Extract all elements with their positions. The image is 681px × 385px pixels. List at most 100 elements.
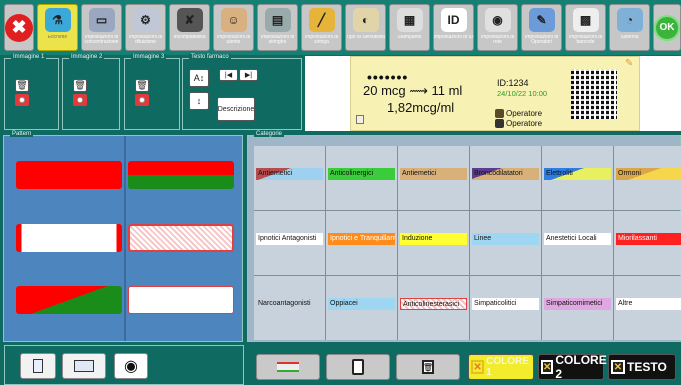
toolbar-button-label: Sistema <box>620 35 639 40</box>
line-spacing-button[interactable]: ↕ <box>189 92 209 110</box>
toolbar-button-7[interactable]: ╱ Impostazioni di siringa <box>301 4 342 51</box>
category-panel-title: Categorie <box>254 131 285 137</box>
toolbar-button-14[interactable]: ◔ Sistema <box>609 4 650 51</box>
camera-icon[interactable] <box>135 94 149 106</box>
drug-text-title: Testo farmaco <box>189 54 231 60</box>
category-cell[interactable]: Antiemetici <box>254 146 325 210</box>
category-cell[interactable]: Ipnotici e Tranquillanti <box>326 211 397 275</box>
category-label: Ipnotici e Tranquillanti <box>328 233 395 245</box>
toolbar-button-icon: ID <box>440 8 467 32</box>
pattern-swatch-bordered[interactable] <box>16 224 122 252</box>
category-cell[interactable]: Broncodilatatori <box>470 146 541 210</box>
toolbar-button-6[interactable]: ▤ Impostazioni di siringhe <box>257 4 298 51</box>
printer-button[interactable] <box>62 353 106 379</box>
category-cell[interactable]: Altre <box>614 276 681 340</box>
category-label: Simpaticolitici <box>472 298 539 310</box>
category-cell[interactable]: Anticolinesterasici <box>398 276 469 340</box>
toolbar-button-icon: ◐ <box>352 8 379 32</box>
close-icon: ✖ <box>5 13 33 42</box>
color-2-x-icon: ✕ <box>541 360 554 374</box>
image-group-3: Immagine 3 🗑 <box>124 54 180 130</box>
label-date: 24/10/22 10:00 <box>497 89 548 98</box>
toolbar-button-label: Impostazioni di siringa <box>304 35 339 45</box>
toolbar-button-icon: ☺ <box>220 8 247 32</box>
category-panel: Categorie Antiemetici Anticolinergici Anti… <box>247 131 681 342</box>
toolbar-button-10[interactable]: ID Impostazioni di ID <box>433 4 474 51</box>
align-right-button[interactable]: ▶| <box>239 69 258 81</box>
description-button[interactable]: Descrizione <box>217 97 255 121</box>
font-size-button[interactable]: A↕ <box>189 69 209 87</box>
camera-icon[interactable] <box>15 94 29 106</box>
color-2-button[interactable]: ✕ COLORE 2 <box>538 353 607 381</box>
toolbar-button-icon: ✘ <box>176 8 203 32</box>
category-cell[interactable]: Linee <box>470 211 541 275</box>
toolbar-button-2[interactable]: ▭ Impostazioni di concentrazione <box>81 4 122 51</box>
category-label: Miorilassanti <box>616 233 681 245</box>
category-cell[interactable]: Elettroliti <box>542 146 613 210</box>
category-cell[interactable]: Simpaticomimetici <box>542 276 613 340</box>
category-cell[interactable]: Ipnotici Antagonisti <box>254 211 325 275</box>
color-1-button[interactable]: ✕ COLORE 1 <box>468 354 534 380</box>
toolbar-button-11[interactable]: ◉ Impostazioni di rete <box>477 4 518 51</box>
trash-icon[interactable]: 🗑 <box>73 79 87 92</box>
category-cell[interactable]: Anestetici Locali <box>542 211 613 275</box>
image-group-1: Immagine 1 🗑 <box>4 54 59 130</box>
toolbar-button-1[interactable]: ⚗ Etichette <box>37 4 78 51</box>
category-cell[interactable]: Induzione <box>398 211 469 275</box>
label-preview[interactable]: ••••••• 20 mcg ⟿ 11 ml 1,82mcg/ml ID:123… <box>350 56 640 131</box>
label-id: ID:1234 <box>497 78 529 88</box>
category-cell[interactable]: Ormoni <box>614 146 681 210</box>
delete-button[interactable]: 🗑 <box>396 354 460 380</box>
category-cell[interactable]: Simpaticolitici <box>470 276 541 340</box>
pattern-swatch-diagonal[interactable] <box>16 286 122 314</box>
ok-button[interactable]: OK <box>653 4 681 51</box>
category-cell[interactable]: Anticolinergici <box>326 146 397 210</box>
align-left-button[interactable]: |◀ <box>219 69 238 81</box>
syringe-button[interactable] <box>20 353 56 379</box>
toolbar-button-icon: ⚙ <box>132 8 159 32</box>
camera-icon[interactable] <box>73 94 87 106</box>
pattern-swatch-hatched[interactable] <box>128 224 234 252</box>
category-cell[interactable]: Narcoantagonisti <box>254 276 325 340</box>
text-button[interactable]: ✕ TESTO <box>608 354 676 380</box>
toolbar-button-4[interactable]: ✘ Incompatibilità <box>169 4 210 51</box>
label-operator-1: Operatore <box>506 109 543 118</box>
image-group-2: Immagine 2 🗑 <box>62 54 120 130</box>
toolbar-button-13[interactable]: ▩ Impostazioni di barcode <box>565 4 606 51</box>
toolbar-button-12[interactable]: ✎ Impostazioni di Operatori <box>521 4 562 51</box>
toolbar-button-8[interactable]: ◐ Tipo di Sensibilità <box>345 4 386 51</box>
label-concentration: 1,82mcg/ml <box>387 100 455 115</box>
trash-icon[interactable]: 🗑 <box>135 79 149 92</box>
category-label: Ipnotici Antagonisti <box>256 233 323 245</box>
toolbar-button-label: Impostazioni di utente <box>216 35 251 45</box>
trash-icon[interactable]: 🗑 <box>15 79 29 92</box>
category-label: Antiemetici <box>256 168 323 180</box>
pattern-swatch-outline[interactable] <box>128 286 234 314</box>
category-label: Oppiacei <box>328 298 395 310</box>
pattern-swatch-split[interactable] <box>128 161 234 189</box>
copy-button[interactable] <box>326 354 390 380</box>
toolbar-button-9[interactable]: ▦ Stampante <box>389 4 430 51</box>
category-label: Antiemetici <box>400 168 467 180</box>
preview-button[interactable]: ◉ <box>114 353 148 379</box>
category-cell[interactable]: Oppiacei <box>326 276 397 340</box>
move-to-back-button[interactable] <box>256 354 320 380</box>
close-button[interactable]: ✖ <box>4 4 34 51</box>
category-label: Ormoni <box>616 168 681 180</box>
category-cell[interactable]: Miorilassanti <box>614 211 681 275</box>
edit-icon[interactable]: ✎ <box>625 59 635 69</box>
pattern-divider <box>124 136 126 341</box>
toolbar-buttons: ⚗ Etichette ▭ Impostazioni di concentrazion… <box>37 4 650 51</box>
pattern-swatch-solid[interactable] <box>16 161 122 189</box>
top-toolbar: ✖ ⚗ Etichette ▭ Impostazioni di concentrazi… <box>0 0 681 55</box>
eye-icon: ◉ <box>124 358 138 375</box>
toolbar-button-label: Stampante <box>397 35 422 40</box>
syringe-icon <box>33 359 43 373</box>
toolbar-button-3[interactable]: ⚙ Impostazioni di diluizione <box>125 4 166 51</box>
category-label: Altre <box>616 298 681 310</box>
toolbar-button-label: Impostazioni di siringhe <box>260 35 295 45</box>
text-x-icon: ✕ <box>611 360 625 374</box>
toolbar-button-5[interactable]: ☺ Impostazioni di utente <box>213 4 254 51</box>
category-cell[interactable]: Antiemetici <box>398 146 469 210</box>
toolbar-button-icon: ✎ <box>528 8 555 32</box>
